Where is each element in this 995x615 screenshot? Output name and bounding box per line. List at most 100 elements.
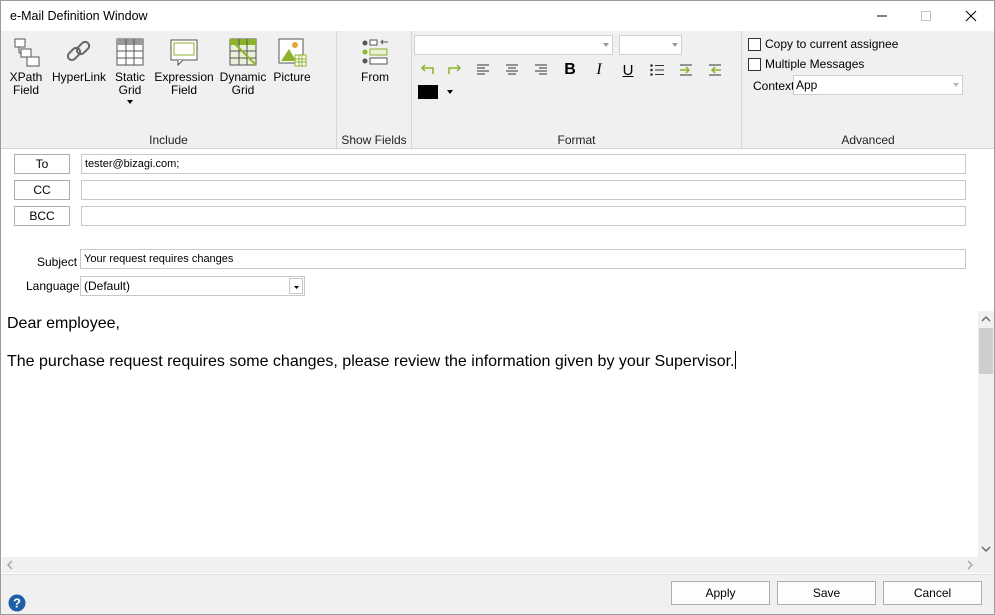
scrollbar-corner bbox=[978, 557, 994, 573]
bullet-list-icon bbox=[650, 64, 664, 76]
align-center-button[interactable] bbox=[502, 61, 522, 79]
from-fields-icon bbox=[362, 39, 388, 65]
language-select[interactable]: (Default) bbox=[80, 276, 305, 296]
dynamic-grid-icon bbox=[229, 38, 257, 66]
expression-field-icon bbox=[170, 39, 198, 67]
save-button[interactable]: Save bbox=[777, 581, 876, 605]
from-label: From bbox=[361, 70, 389, 84]
picture-icon bbox=[278, 38, 307, 67]
format-group: B I U Format bbox=[412, 31, 742, 149]
font-size-select[interactable] bbox=[619, 35, 682, 55]
hyperlink-icon bbox=[66, 40, 91, 62]
text-cursor bbox=[734, 351, 736, 369]
dialog-footer: ? Apply Save Cancel bbox=[1, 574, 994, 614]
text-color-swatch[interactable] bbox=[418, 85, 438, 99]
svg-text:?: ? bbox=[13, 596, 21, 611]
maximize-button[interactable] bbox=[903, 1, 949, 31]
outdent-icon bbox=[709, 64, 721, 76]
align-right-button[interactable] bbox=[531, 61, 551, 79]
xpath-field-label: XPath Field bbox=[9, 70, 43, 97]
advanced-group: Copy to current assignee Multiple Messag… bbox=[742, 31, 994, 149]
expression-field-label: Expression Field bbox=[154, 70, 214, 97]
font-family-select[interactable] bbox=[414, 35, 613, 55]
xpath-field-icon bbox=[14, 38, 40, 67]
ribbon-toolbar: XPath Field HyperLink Static Grid Expres… bbox=[1, 31, 994, 149]
align-center-icon bbox=[506, 64, 518, 75]
copy-to-assignee-label: Copy to current assignee bbox=[765, 37, 899, 51]
expression-field-button[interactable]: Expression Field bbox=[154, 37, 214, 97]
chevron-down-icon bbox=[127, 100, 133, 104]
bullet-list-button[interactable] bbox=[647, 61, 667, 79]
align-left-button[interactable] bbox=[473, 61, 493, 79]
xpath-field-button[interactable]: XPath Field bbox=[7, 37, 45, 97]
scroll-down-icon[interactable] bbox=[978, 541, 994, 557]
from-button[interactable]: From bbox=[357, 37, 393, 84]
vertical-scroll-thumb[interactable] bbox=[979, 328, 993, 374]
minimize-button[interactable] bbox=[859, 1, 905, 31]
indent-icon bbox=[680, 64, 692, 76]
close-icon bbox=[965, 10, 977, 22]
to-button[interactable]: To bbox=[14, 154, 70, 174]
chevron-down-icon bbox=[953, 83, 959, 87]
vertical-scrollbar[interactable] bbox=[978, 311, 994, 557]
cancel-button[interactable]: Cancel bbox=[883, 581, 982, 605]
scroll-right-icon[interactable] bbox=[962, 557, 978, 573]
dynamic-grid-label: Dynamic Grid bbox=[219, 70, 267, 97]
subject-field[interactable]: Your request requires changes bbox=[80, 249, 966, 269]
underline-icon: U bbox=[622, 61, 634, 79]
chevron-down-icon[interactable] bbox=[446, 89, 454, 95]
bcc-field[interactable] bbox=[81, 206, 966, 226]
show-fields-group-label: Show Fields bbox=[341, 133, 407, 147]
context-select[interactable]: App bbox=[793, 75, 963, 95]
chevron-down-icon bbox=[603, 43, 609, 47]
copy-to-assignee-checkbox[interactable]: Copy to current assignee bbox=[748, 37, 898, 51]
redo-icon bbox=[448, 64, 462, 74]
picture-label: Picture bbox=[273, 70, 311, 84]
hyperlink-button[interactable]: HyperLink bbox=[51, 37, 107, 84]
picture-button[interactable]: Picture bbox=[271, 37, 313, 84]
static-grid-button[interactable]: Static Grid bbox=[111, 37, 149, 109]
body-line-greeting: Dear employee, bbox=[7, 315, 120, 332]
italic-icon: I bbox=[596, 61, 602, 78]
email-body-editor[interactable]: Dear employee, The purchase request requ… bbox=[2, 311, 978, 557]
chevron-down-icon bbox=[294, 286, 299, 289]
align-right-icon bbox=[535, 64, 547, 75]
dynamic-grid-button[interactable]: Dynamic Grid bbox=[218, 37, 268, 97]
include-group-label: Include bbox=[149, 133, 188, 147]
scroll-left-icon[interactable] bbox=[2, 557, 18, 573]
outdent-button[interactable] bbox=[705, 61, 725, 79]
indent-button[interactable] bbox=[676, 61, 696, 79]
static-grid-label: Static Grid bbox=[114, 70, 145, 97]
show-fields-group: From Show Fields bbox=[337, 31, 412, 149]
static-grid-icon bbox=[116, 38, 144, 66]
multiple-messages-checkbox[interactable]: Multiple Messages bbox=[748, 57, 864, 71]
include-group: XPath Field HyperLink Static Grid Expres… bbox=[1, 31, 337, 149]
redo-button[interactable] bbox=[445, 61, 465, 79]
format-group-label: Format bbox=[557, 133, 596, 147]
scroll-up-icon[interactable] bbox=[978, 311, 994, 327]
to-field[interactable]: tester@bizagi.com; bbox=[81, 154, 966, 174]
italic-button[interactable]: I bbox=[589, 61, 609, 79]
advanced-group-label: Advanced bbox=[841, 133, 895, 147]
chevron-down-icon bbox=[672, 43, 678, 47]
underline-button[interactable]: U bbox=[618, 61, 638, 79]
subject-label: Subject bbox=[37, 255, 78, 269]
context-label: Context bbox=[753, 79, 795, 93]
cc-field[interactable] bbox=[81, 180, 966, 200]
cc-button[interactable]: CC bbox=[14, 180, 70, 200]
apply-button[interactable]: Apply bbox=[671, 581, 770, 605]
maximize-icon bbox=[921, 11, 931, 21]
body-line-message: The purchase request requires some chang… bbox=[7, 351, 736, 370]
help-icon[interactable]: ? bbox=[8, 594, 26, 612]
hyperlink-label: HyperLink bbox=[51, 70, 107, 84]
undo-button[interactable] bbox=[417, 61, 437, 79]
minimize-icon bbox=[877, 15, 887, 17]
multiple-messages-label: Multiple Messages bbox=[765, 57, 865, 71]
bcc-button[interactable]: BCC bbox=[14, 206, 70, 226]
bold-button[interactable]: B bbox=[560, 61, 580, 79]
language-dropdown-button[interactable] bbox=[289, 278, 303, 294]
horizontal-scrollbar[interactable] bbox=[2, 557, 978, 573]
language-label: Language: bbox=[26, 279, 83, 293]
close-button[interactable] bbox=[948, 1, 994, 31]
undo-icon bbox=[420, 64, 434, 74]
